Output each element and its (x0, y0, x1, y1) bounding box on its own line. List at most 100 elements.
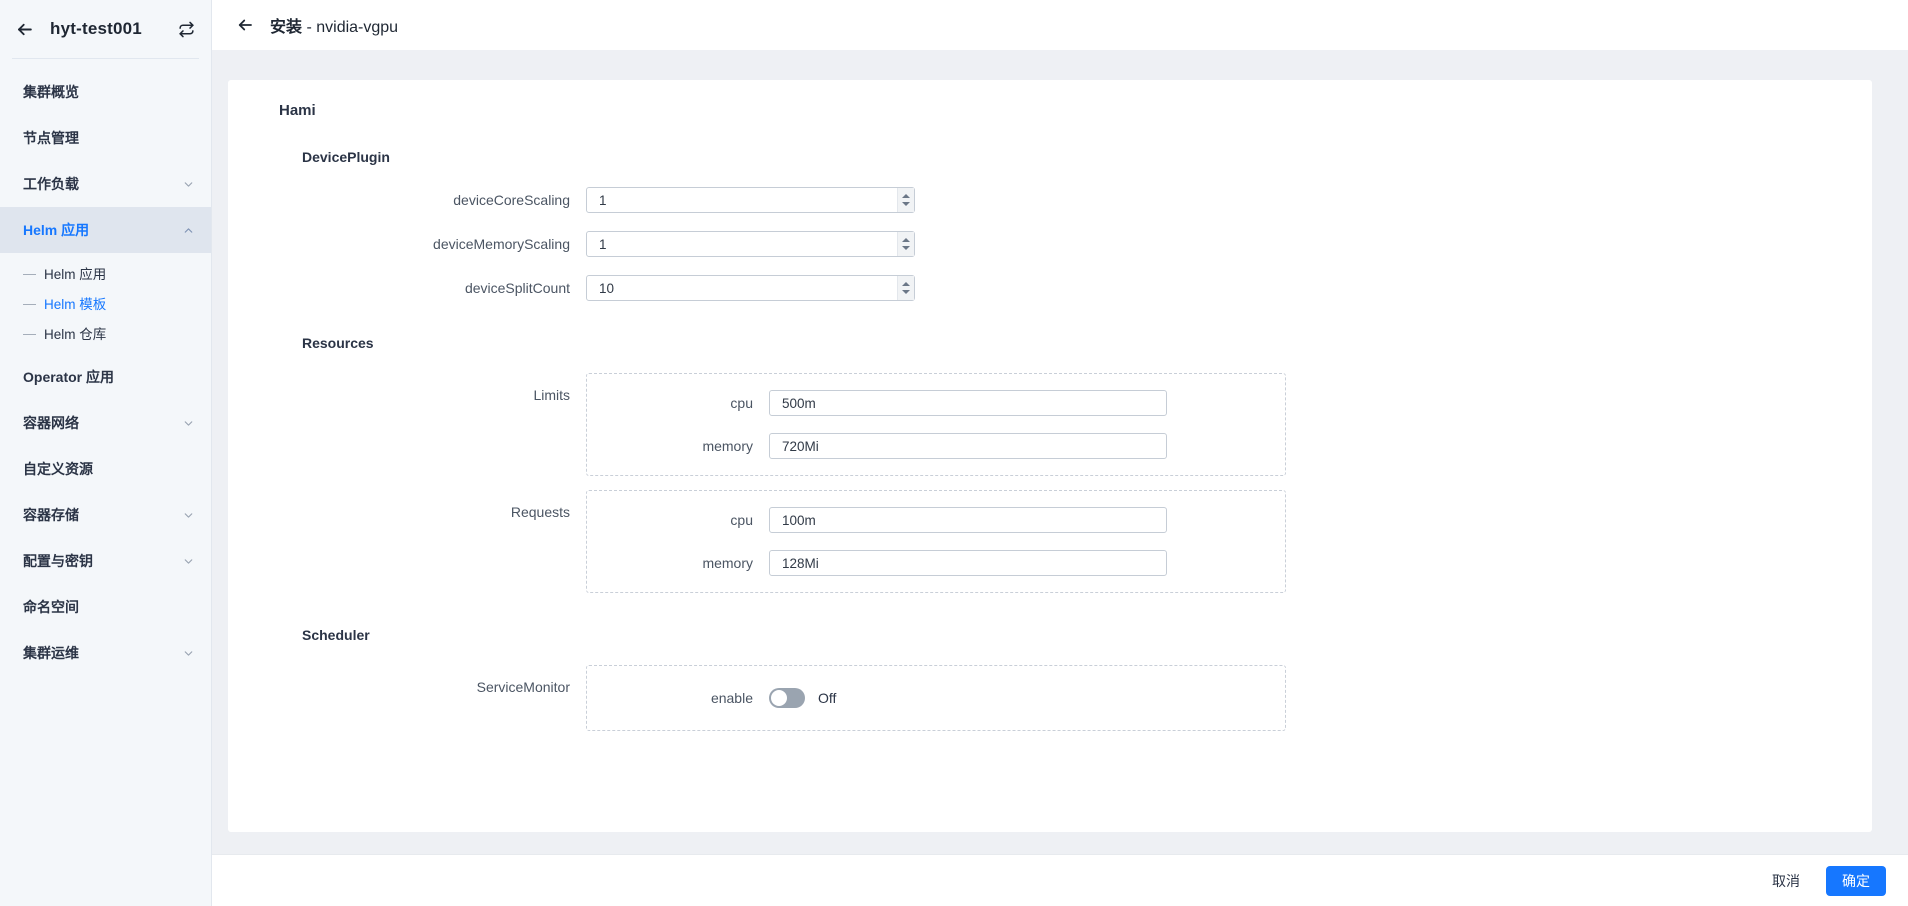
chevron-down-icon (181, 416, 195, 430)
sidebar-item-cluster-overview[interactable]: 集群概览 (0, 69, 211, 115)
section-heading-resources: Resources (228, 335, 1872, 351)
group-row-limits: Limits cpu 500m memory 720Mi (228, 373, 1872, 476)
form-body-area: Hami DevicePlugin deviceCoreScaling 1 de… (212, 50, 1908, 854)
requests-group-box: cpu 100m memory 128Mi (586, 490, 1286, 593)
sidebar-subgroup-helm: — Helm 应用 — Helm 模板 — Helm 仓库 (0, 253, 211, 354)
field-row-devicememoryscaling: deviceMemoryScaling 1 (228, 231, 1872, 257)
sidebar-item-operator-apps[interactable]: Operator 应用 (0, 354, 211, 400)
field-row-devicecorescaling: deviceCoreScaling 1 (228, 187, 1872, 213)
dash-icon: — (23, 297, 35, 310)
sidebar-item-custom-resources[interactable]: 自定义资源 (0, 446, 211, 492)
dash-icon: — (23, 327, 35, 340)
sidebar-item-label: Helm 应用 (23, 220, 181, 240)
servicemonitor-group-box: enable Off (586, 665, 1286, 731)
toggle-knob (771, 690, 787, 706)
sidebar-item-label: 自定义资源 (23, 459, 195, 479)
sidebar-item-helm-apps[interactable]: Helm 应用 (0, 207, 211, 253)
input-value: 1 (587, 237, 897, 252)
back-arrow-icon[interactable] (12, 17, 36, 41)
sidebar-item-container-storage[interactable]: 容器存储 (0, 492, 211, 538)
main-pane: 安装 - nvidia-vgpu Hami DevicePlugin devic… (212, 0, 1908, 906)
inner-row-limits-cpu: cpu 500m (587, 390, 1285, 416)
sidebar-subitem-helm-template[interactable]: — Helm 模板 (0, 288, 211, 318)
sidebar-item-container-network[interactable]: 容器网络 (0, 400, 211, 446)
sidebar-subitem-helm-repo[interactable]: — Helm 仓库 (0, 318, 211, 348)
sidebar-subitem-helm-app[interactable]: — Helm 应用 (0, 258, 211, 288)
field-label: deviceMemoryScaling (228, 236, 586, 252)
swap-arrows-icon[interactable] (175, 18, 197, 40)
field-row-devicesplitcount: deviceSplitCount 10 (228, 275, 1872, 301)
sidebar-subitem-label: Helm 模板 (44, 293, 106, 313)
stepper-down-icon[interactable] (902, 246, 910, 250)
number-stepper[interactable] (897, 188, 914, 212)
inner-label: enable (587, 690, 769, 706)
section-heading-scheduler: Scheduler (228, 627, 1872, 643)
sidebar-item-config-and-secrets[interactable]: 配置与密钥 (0, 538, 211, 584)
devicememoryscaling-input[interactable]: 1 (586, 231, 915, 257)
sidebar-header: hyt-test001 (0, 0, 211, 58)
stepper-down-icon[interactable] (902, 290, 910, 294)
card-title: Hami (228, 102, 1872, 119)
section-heading-deviceplugin: DevicePlugin (228, 149, 1872, 165)
inner-label: memory (587, 438, 769, 454)
group-row-requests: Requests cpu 100m memory 128Mi (228, 490, 1872, 593)
cancel-button[interactable]: 取消 (1756, 866, 1816, 896)
stepper-up-icon[interactable] (902, 194, 910, 198)
inner-row-requests-cpu: cpu 100m (587, 507, 1285, 533)
sidebar-item-label: 容器存储 (23, 505, 181, 525)
page-topbar: 安装 - nvidia-vgpu (212, 0, 1908, 50)
stepper-up-icon[interactable] (902, 238, 910, 242)
chevron-down-icon (181, 646, 195, 660)
chevron-down-icon (181, 177, 195, 191)
limits-cpu-input[interactable]: 500m (769, 390, 1167, 416)
sidebar-item-workloads[interactable]: 工作负载 (0, 161, 211, 207)
sidebar: hyt-test001 集群概览 节点管理 工作负载 (0, 0, 212, 906)
inner-label: memory (587, 555, 769, 571)
sidebar-item-label: 工作负载 (23, 174, 181, 194)
group-label: Limits (228, 373, 586, 403)
group-row-servicemonitor: ServiceMonitor enable Off (228, 665, 1872, 731)
number-stepper[interactable] (897, 232, 914, 256)
dash-icon: — (23, 267, 35, 280)
field-label: deviceCoreScaling (228, 192, 586, 208)
sidebar-nav-list: 集群概览 节点管理 工作负载 Helm 应用 — Helm (0, 67, 211, 676)
requests-memory-input[interactable]: 128Mi (769, 550, 1167, 576)
sidebar-item-label: 配置与密钥 (23, 551, 181, 571)
group-label: ServiceMonitor (228, 665, 586, 695)
field-label: deviceSplitCount (228, 280, 586, 296)
inner-row-requests-memory: memory 128Mi (587, 550, 1285, 576)
confirm-button[interactable]: 确定 (1826, 866, 1886, 896)
number-stepper[interactable] (897, 276, 914, 300)
sidebar-item-cluster-ops[interactable]: 集群运维 (0, 630, 211, 676)
sidebar-item-namespaces[interactable]: 命名空间 (0, 584, 211, 630)
devicecorescaling-input[interactable]: 1 (586, 187, 915, 213)
chevron-up-icon (181, 223, 195, 237)
limits-memory-input[interactable]: 720Mi (769, 433, 1167, 459)
requests-cpu-input[interactable]: 100m (769, 507, 1167, 533)
inner-row-servicemonitor-enable: enable Off (587, 688, 1285, 708)
devicesplitcount-input[interactable]: 10 (586, 275, 915, 301)
sidebar-item-label: 容器网络 (23, 413, 181, 433)
sidebar-item-node-management[interactable]: 节点管理 (0, 115, 211, 161)
sidebar-item-label: 节点管理 (23, 128, 195, 148)
inner-label: cpu (587, 512, 769, 528)
page-back-arrow-icon[interactable] (234, 14, 256, 36)
input-value: 10 (587, 281, 897, 296)
sidebar-subitem-label: Helm 仓库 (44, 323, 106, 343)
cluster-name-label: hyt-test001 (36, 19, 175, 39)
sidebar-item-label: 集群概览 (23, 82, 195, 102)
app-root: hyt-test001 集群概览 节点管理 工作负载 (0, 0, 1908, 906)
sidebar-item-label: Operator 应用 (23, 367, 195, 387)
chevron-down-icon (181, 508, 195, 522)
enable-toggle-wrap: Off (769, 688, 836, 708)
chevron-down-icon (181, 554, 195, 568)
stepper-up-icon[interactable] (902, 282, 910, 286)
inner-label: cpu (587, 395, 769, 411)
toggle-state-label: Off (818, 690, 836, 706)
group-label: Requests (228, 490, 586, 520)
enable-toggle[interactable] (769, 688, 805, 708)
input-value: 1 (587, 193, 897, 208)
stepper-down-icon[interactable] (902, 202, 910, 206)
page-title-separator: - (302, 19, 316, 36)
page-title-action: 安装 (270, 19, 302, 36)
